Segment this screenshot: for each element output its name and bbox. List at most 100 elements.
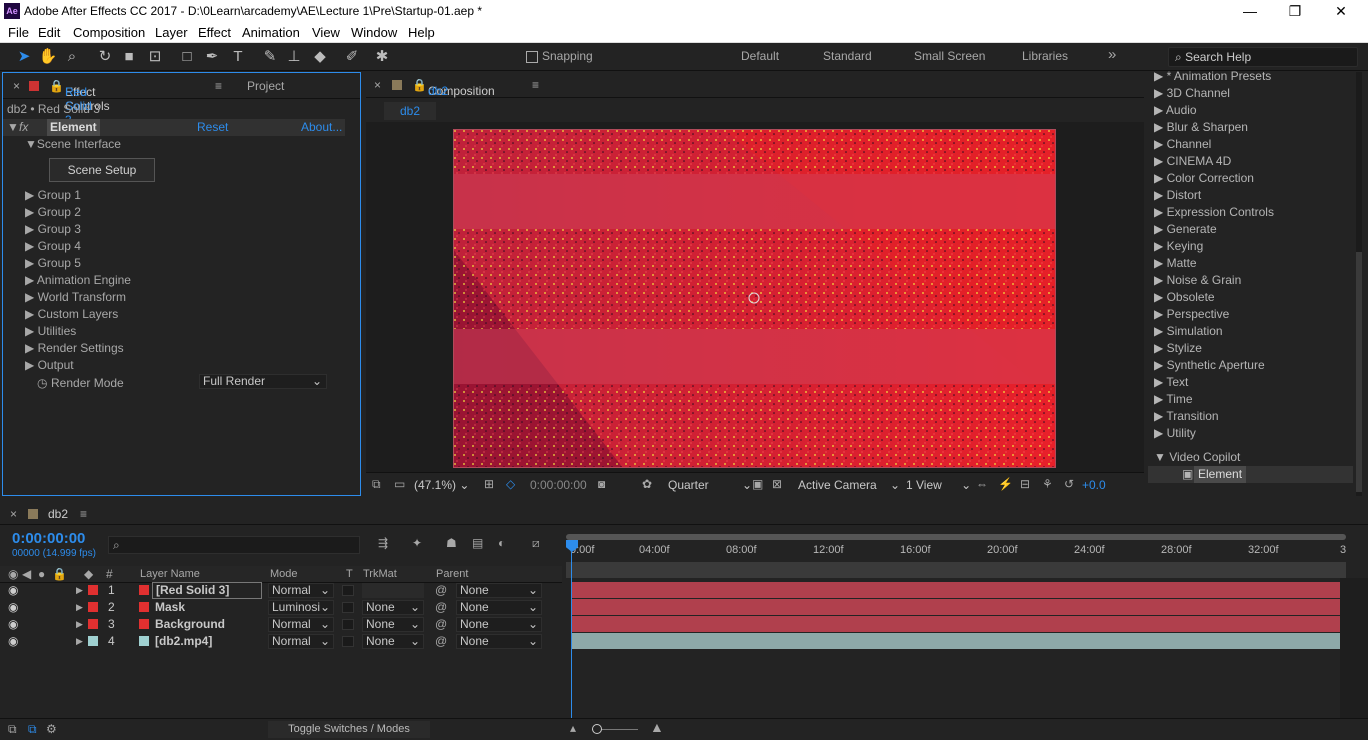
blend-mode-dropdown[interactable]: Normal ⌄	[268, 634, 334, 649]
preserve-transparency-toggle[interactable]	[342, 602, 354, 613]
snapshot-icon[interactable]: ◙	[598, 477, 605, 491]
restore-button[interactable]: ❐	[1280, 2, 1310, 20]
label-color-chip[interactable]	[88, 636, 98, 646]
effect-category-item[interactable]: ▶ Noise & Grain	[1154, 272, 1241, 289]
property-group-row[interactable]: ▶ Output	[25, 357, 74, 374]
menu-animation[interactable]: Animation	[242, 25, 300, 40]
puppet-tool-icon[interactable]: ✱	[372, 47, 392, 67]
menu-layer[interactable]: Layer	[155, 25, 188, 40]
camera-dropdown[interactable]: Active Camera ⌄	[798, 478, 900, 492]
region-icon[interactable]: ▣	[752, 477, 763, 491]
expand-triangle-icon[interactable]: ▶	[1154, 256, 1163, 270]
property-group-row[interactable]: ▶ World Transform	[25, 289, 126, 306]
header-mode[interactable]: Mode	[270, 566, 298, 583]
transparency-icon[interactable]: ⊠	[772, 477, 782, 491]
layer-name[interactable]: [Red Solid 3]	[152, 582, 262, 599]
effect-category-item[interactable]: ▶ Utility	[1154, 425, 1196, 442]
workspace-libraries[interactable]: Libraries	[1022, 49, 1068, 63]
blend-mode-dropdown[interactable]: Luminosi ⌄	[268, 600, 334, 615]
track-matte-dropdown[interactable]: None ⌄	[362, 634, 424, 649]
workspace-default[interactable]: Default	[741, 49, 779, 63]
rectangle-tool-icon[interactable]: □	[177, 47, 197, 67]
hand-tool-icon[interactable]: ✋	[38, 47, 58, 67]
layer-name[interactable]: [db2.mp4]	[155, 633, 212, 650]
expand-triangle-icon[interactable]: ▶	[1154, 341, 1163, 355]
visibility-eye-icon[interactable]: ◉	[8, 616, 18, 633]
workspace-small-screen[interactable]: Small Screen	[914, 49, 985, 63]
effect-category-item[interactable]: ▶ Matte	[1154, 255, 1197, 272]
effect-category-item[interactable]: ▶ Time	[1154, 391, 1193, 408]
pickwhip-icon[interactable]: @	[435, 599, 447, 616]
expand-triangle-icon[interactable]: ▶	[1154, 273, 1163, 287]
parent-dropdown[interactable]: None ⌄	[456, 634, 542, 649]
parent-dropdown[interactable]: None ⌄	[456, 617, 542, 632]
property-group-row[interactable]: ▶ Group 5	[25, 255, 81, 272]
render-mode-dropdown[interactable]: Full Render ⌄	[199, 374, 327, 389]
layer-row[interactable]: ◉ ▶ 3 Background Normal ⌄ None ⌄ @ None ⌄	[0, 616, 562, 633]
visibility-eye-icon[interactable]: ◉	[8, 599, 18, 616]
effects-scrollbar[interactable]	[1356, 72, 1362, 496]
search-help-input[interactable]: ⌕ Search Help	[1168, 47, 1358, 67]
expand-triangle-icon[interactable]: ▶	[25, 341, 34, 355]
expand-triangle-icon[interactable]: ▶	[25, 358, 34, 372]
current-time[interactable]: 0:00:00:00	[530, 478, 587, 492]
expand-triangle-icon[interactable]: ▶	[1154, 103, 1163, 117]
expand-triangle-icon[interactable]: ▶	[25, 256, 34, 270]
graph-editor-icon[interactable]: ⧄	[532, 536, 540, 551]
roto-brush-tool-icon[interactable]: ✐	[342, 47, 362, 67]
expand-triangle-icon[interactable]: ▶	[1154, 137, 1163, 151]
clone-stamp-tool-icon[interactable]: ⊥	[284, 47, 304, 67]
expand-triangle-icon[interactable]: ▶	[1154, 171, 1163, 185]
expand-triangle-icon[interactable]: ▶	[76, 633, 83, 650]
menu-view[interactable]: View	[312, 25, 340, 40]
layer-search-input[interactable]: ⌕	[108, 536, 360, 554]
expand-triangle-icon[interactable]: ▶	[1154, 239, 1163, 253]
timeline-icon[interactable]: ⊟	[1020, 477, 1030, 491]
selection-tool-icon[interactable]: ➤	[14, 47, 34, 67]
expand-triangle-icon[interactable]: ▶	[76, 616, 83, 633]
effect-category-item[interactable]: ▶ Expression Controls	[1154, 204, 1274, 221]
effect-category-item[interactable]: ▶ CINEMA 4D	[1154, 153, 1231, 170]
view-layout-dropdown[interactable]: 1 View ⌄	[906, 478, 971, 492]
frame-blending-icon[interactable]: ▤	[472, 536, 483, 550]
type-tool-icon[interactable]: T	[228, 47, 248, 67]
header-layer-name[interactable]: Layer Name	[140, 566, 200, 583]
property-group-row[interactable]: ▶ Group 1	[25, 187, 81, 204]
about-link[interactable]: About...	[301, 119, 342, 136]
property-group-row[interactable]: ▶ Group 2	[25, 204, 81, 221]
zoom-in-icon[interactable]: ▲	[650, 719, 664, 735]
effect-category-item[interactable]: ▶ Simulation	[1154, 323, 1223, 340]
pickwhip-icon[interactable]: @	[435, 616, 447, 633]
panel-menu-icon[interactable]: ≡	[532, 78, 539, 92]
effect-category-item[interactable]: ▶ Generate	[1154, 221, 1217, 238]
label-color-chip[interactable]	[88, 585, 98, 595]
layer-duration-bar[interactable]	[572, 599, 1340, 615]
pen-tool-icon[interactable]: ✒	[202, 47, 222, 67]
toggle-pixel-icon[interactable]: ⇔	[976, 477, 988, 491]
effect-category-item[interactable]: ▶ Color Correction	[1154, 170, 1254, 187]
expand-triangle-icon[interactable]: ▶	[25, 324, 34, 338]
tab-project[interactable]: Project	[247, 79, 284, 93]
effect-category-item[interactable]: ▶ Stylize	[1154, 340, 1202, 357]
fx-toggle[interactable]: fx	[19, 119, 28, 136]
expand-triangle-icon[interactable]: ▶	[1154, 375, 1163, 389]
label-color-chip[interactable]	[88, 602, 98, 612]
grid-icon[interactable]: ⊞	[484, 477, 494, 491]
preserve-transparency-toggle[interactable]	[342, 636, 354, 647]
effect-category-item[interactable]: ▶ * Animation Presets	[1154, 68, 1271, 85]
eraser-tool-icon[interactable]: ◆	[310, 47, 330, 67]
shy-icon[interactable]: ☗	[446, 536, 457, 550]
minimize-button[interactable]: —	[1235, 2, 1265, 20]
scene-setup-button[interactable]: Scene Setup	[49, 158, 155, 182]
effect-category-item[interactable]: ▶ Perspective	[1154, 306, 1229, 323]
work-area-range[interactable]	[566, 562, 1346, 578]
label-color-chip[interactable]	[88, 619, 98, 629]
audio-toggle-icon[interactable]: ◀	[22, 566, 31, 583]
property-group-row[interactable]: ▶ Utilities	[25, 323, 76, 340]
expand-triangle-icon[interactable]: ▶	[1154, 307, 1163, 321]
property-group-row[interactable]: ▶ Render Settings	[25, 340, 124, 357]
expand-triangle-icon[interactable]: ▶	[1154, 324, 1163, 338]
menu-help[interactable]: Help	[408, 25, 435, 40]
effect-category-item[interactable]: ▶ Synthetic Aperture	[1154, 357, 1265, 374]
expand-triangle-icon[interactable]: ▶	[1154, 86, 1163, 100]
